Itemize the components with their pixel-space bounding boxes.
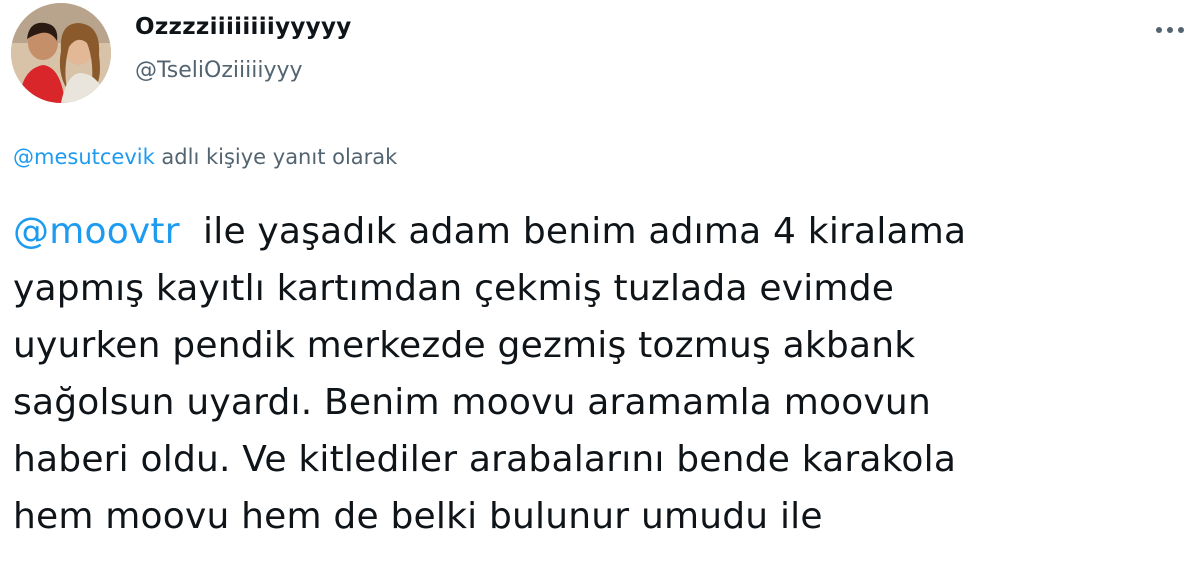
username-handle[interactable]: @TseliOziiiiiyyy <box>135 58 303 83</box>
tweet-line: uyurken pendik merkezde gezmiş tozmuş ak… <box>13 325 916 366</box>
reply-context-text: adlı kişiye yanıt olarak <box>154 145 398 169</box>
tweet-line: haberi oldu. Ve kitlediler arabalarını b… <box>13 439 957 480</box>
tweet-card: Ozzzziiiiiiiiyyyyy @TseliOziiiiiyyy @mes… <box>0 0 1200 569</box>
reply-mention-link[interactable]: @mesutcevik <box>13 145 155 169</box>
tweet-line: hem moovu hem de belki bulunur umudu ile <box>13 496 823 537</box>
profile-photo-icon <box>11 3 111 103</box>
tweet-mention-link[interactable]: @moovtr <box>13 211 180 252</box>
reply-context: @mesutcevik adlı kişiye yanıt olarak <box>13 145 397 169</box>
more-options-button[interactable] <box>1150 18 1190 42</box>
tweet-line: @moovtr ile yaşadık adam benim adıma 4 k… <box>13 203 1173 260</box>
more-horizontal-icon <box>1156 27 1184 33</box>
tweet-line: yapmış kayıtlı kartımdan çekmiş tuzlada … <box>13 268 895 309</box>
tweet-line-text: ile yaşadık adam benim adıma 4 kiralama <box>179 211 967 252</box>
tweet-line: sağolsun uyardı. Benim moovu aramamla mo… <box>13 382 931 423</box>
display-name[interactable]: Ozzzziiiiiiiiyyyyy <box>135 14 352 40</box>
tweet-text: @moovtr ile yaşadık adam benim adıma 4 k… <box>13 203 1173 545</box>
avatar[interactable] <box>11 3 111 103</box>
